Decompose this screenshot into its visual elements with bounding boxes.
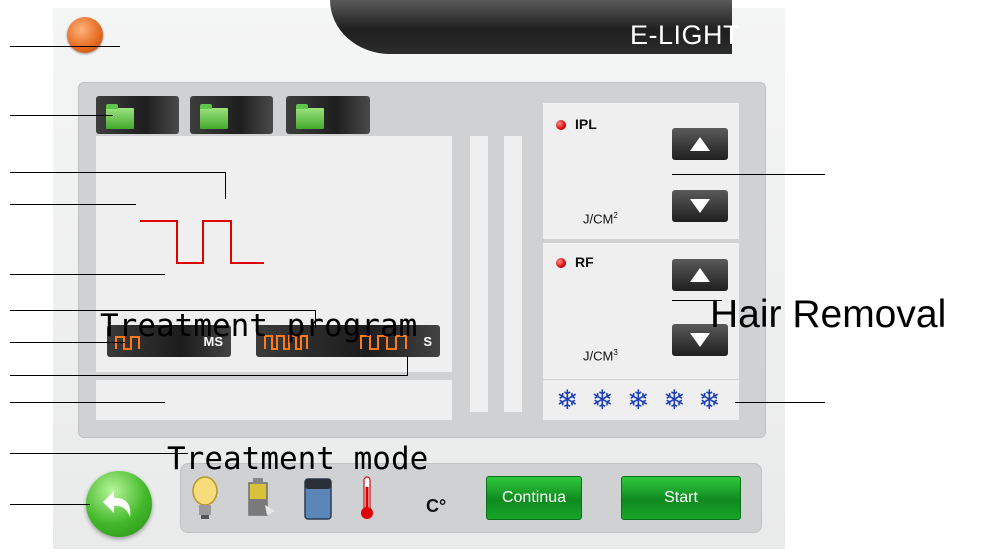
treatment-program-label: Treatment program <box>100 308 418 344</box>
ipl-label: IPL <box>575 116 597 132</box>
rf-indicator-led <box>556 258 566 268</box>
callout-line <box>672 174 825 175</box>
snowflake-icon: ❄ <box>698 385 721 415</box>
callout-line <box>225 172 226 199</box>
status-box <box>96 380 452 420</box>
hair-removal-label: Hair Removal <box>710 293 947 336</box>
ipl-unit: J/CM2 <box>583 211 618 227</box>
snowflake-icon: ❄ <box>556 385 579 415</box>
callout-line <box>407 356 408 375</box>
callout-line <box>10 453 188 454</box>
callout-line <box>10 204 136 205</box>
callout-line <box>10 115 113 116</box>
pulse-unit-s: S <box>423 334 432 349</box>
treatment-mode-label: Treatment mode <box>167 441 429 477</box>
folder-icon <box>200 104 228 129</box>
callout-line <box>10 504 90 505</box>
thermometer-icon <box>361 476 373 519</box>
callout-line <box>10 46 120 47</box>
lamp-icon <box>192 476 218 519</box>
folder-icon <box>296 104 324 129</box>
ipl-indicator-led <box>556 120 566 130</box>
continua-button[interactable]: Continua <box>486 476 582 520</box>
page-title: E-LIGHT <box>630 20 741 50</box>
battery-icon <box>248 478 275 516</box>
logo <box>67 17 103 53</box>
rf-increase-button[interactable] <box>672 259 728 291</box>
program-folder-button-3[interactable] <box>286 96 370 134</box>
triangle-down-icon <box>690 333 710 347</box>
pulse-waveform <box>140 220 264 264</box>
level-bar-left <box>470 136 488 412</box>
rf-label: RF <box>575 254 594 270</box>
callout-line <box>10 375 408 376</box>
ipl-decrease-button[interactable] <box>672 190 728 222</box>
triangle-up-icon <box>690 268 710 282</box>
ipl-increase-button[interactable] <box>672 128 728 160</box>
triangle-down-icon <box>690 199 710 213</box>
triangle-up-icon <box>690 137 710 151</box>
level-bar-right <box>504 136 522 412</box>
snowflake-icon: ❄ <box>663 385 686 415</box>
temperature-unit: C° <box>426 496 447 516</box>
back-arrow-icon <box>103 491 131 517</box>
program-folder-button-2[interactable] <box>190 96 273 134</box>
water-tank-icon <box>304 478 332 520</box>
start-button[interactable]: Start <box>621 476 741 520</box>
callout-line <box>10 274 165 275</box>
callout-line <box>735 402 825 403</box>
folder-icon <box>106 104 134 129</box>
back-button[interactable] <box>86 471 152 537</box>
snowflake-icon: ❄ <box>627 385 650 415</box>
callout-line <box>10 402 165 403</box>
snowflake-icon: ❄ <box>591 385 614 415</box>
rf-unit: J/CM3 <box>583 348 618 364</box>
callout-line <box>10 172 226 173</box>
